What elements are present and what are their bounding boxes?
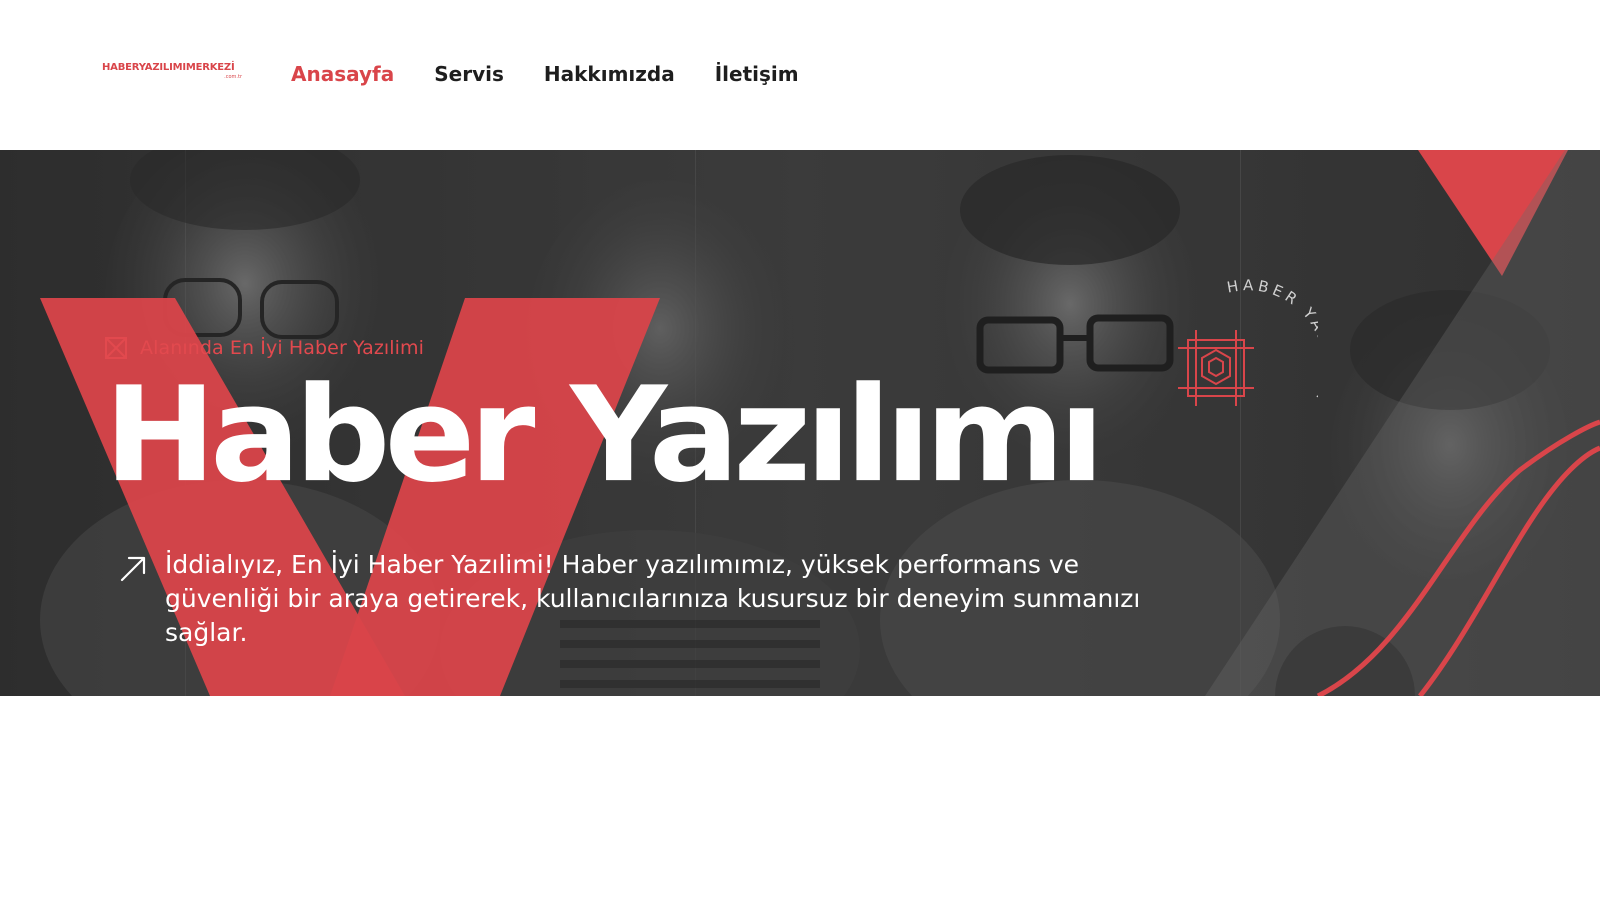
site-logo[interactable]: HABERYAZILIMIMERKEZİ .com.tr — [102, 62, 242, 84]
hero-description: İddialıyız, En İyi Haber Yazılimi! Haber… — [165, 550, 1141, 647]
nav-item-hakkimizda[interactable]: Hakkımızda — [544, 60, 675, 88]
hero-tagline-text: Alanında En İyi Haber Yazılimi — [140, 337, 425, 359]
hexagon-badge-icon: HABER YAZILIMI — [1178, 278, 1318, 408]
logo-subtext: .com.tr — [224, 74, 242, 80]
arrow-up-right-icon — [120, 556, 146, 582]
photo-icon — [105, 337, 127, 359]
hero-banner: Alanında En İyi Haber Yazılimi Haber Yaz… — [0, 150, 1600, 696]
nav-item-anasayfa[interactable]: Anasayfa — [291, 60, 394, 88]
logo-text: HABERYAZILIMIMERKEZİ — [102, 62, 235, 73]
nav-item-servis[interactable]: Servis — [434, 60, 504, 88]
nav-item-iletisim[interactable]: İletişim — [715, 60, 799, 88]
site-header: HABERYAZILIMIMERKEZİ .com.tr Anasayfa Se… — [0, 0, 1600, 150]
hero-content: Alanında En İyi Haber Yazılimi Haber Yaz… — [0, 150, 1600, 696]
hero-title: Haber Yazılımı — [104, 358, 1105, 512]
main-nav: Anasayfa Servis Hakkımızda İletişim — [291, 60, 839, 88]
hero-tagline: Alanında En İyi Haber Yazılimi — [104, 336, 424, 360]
